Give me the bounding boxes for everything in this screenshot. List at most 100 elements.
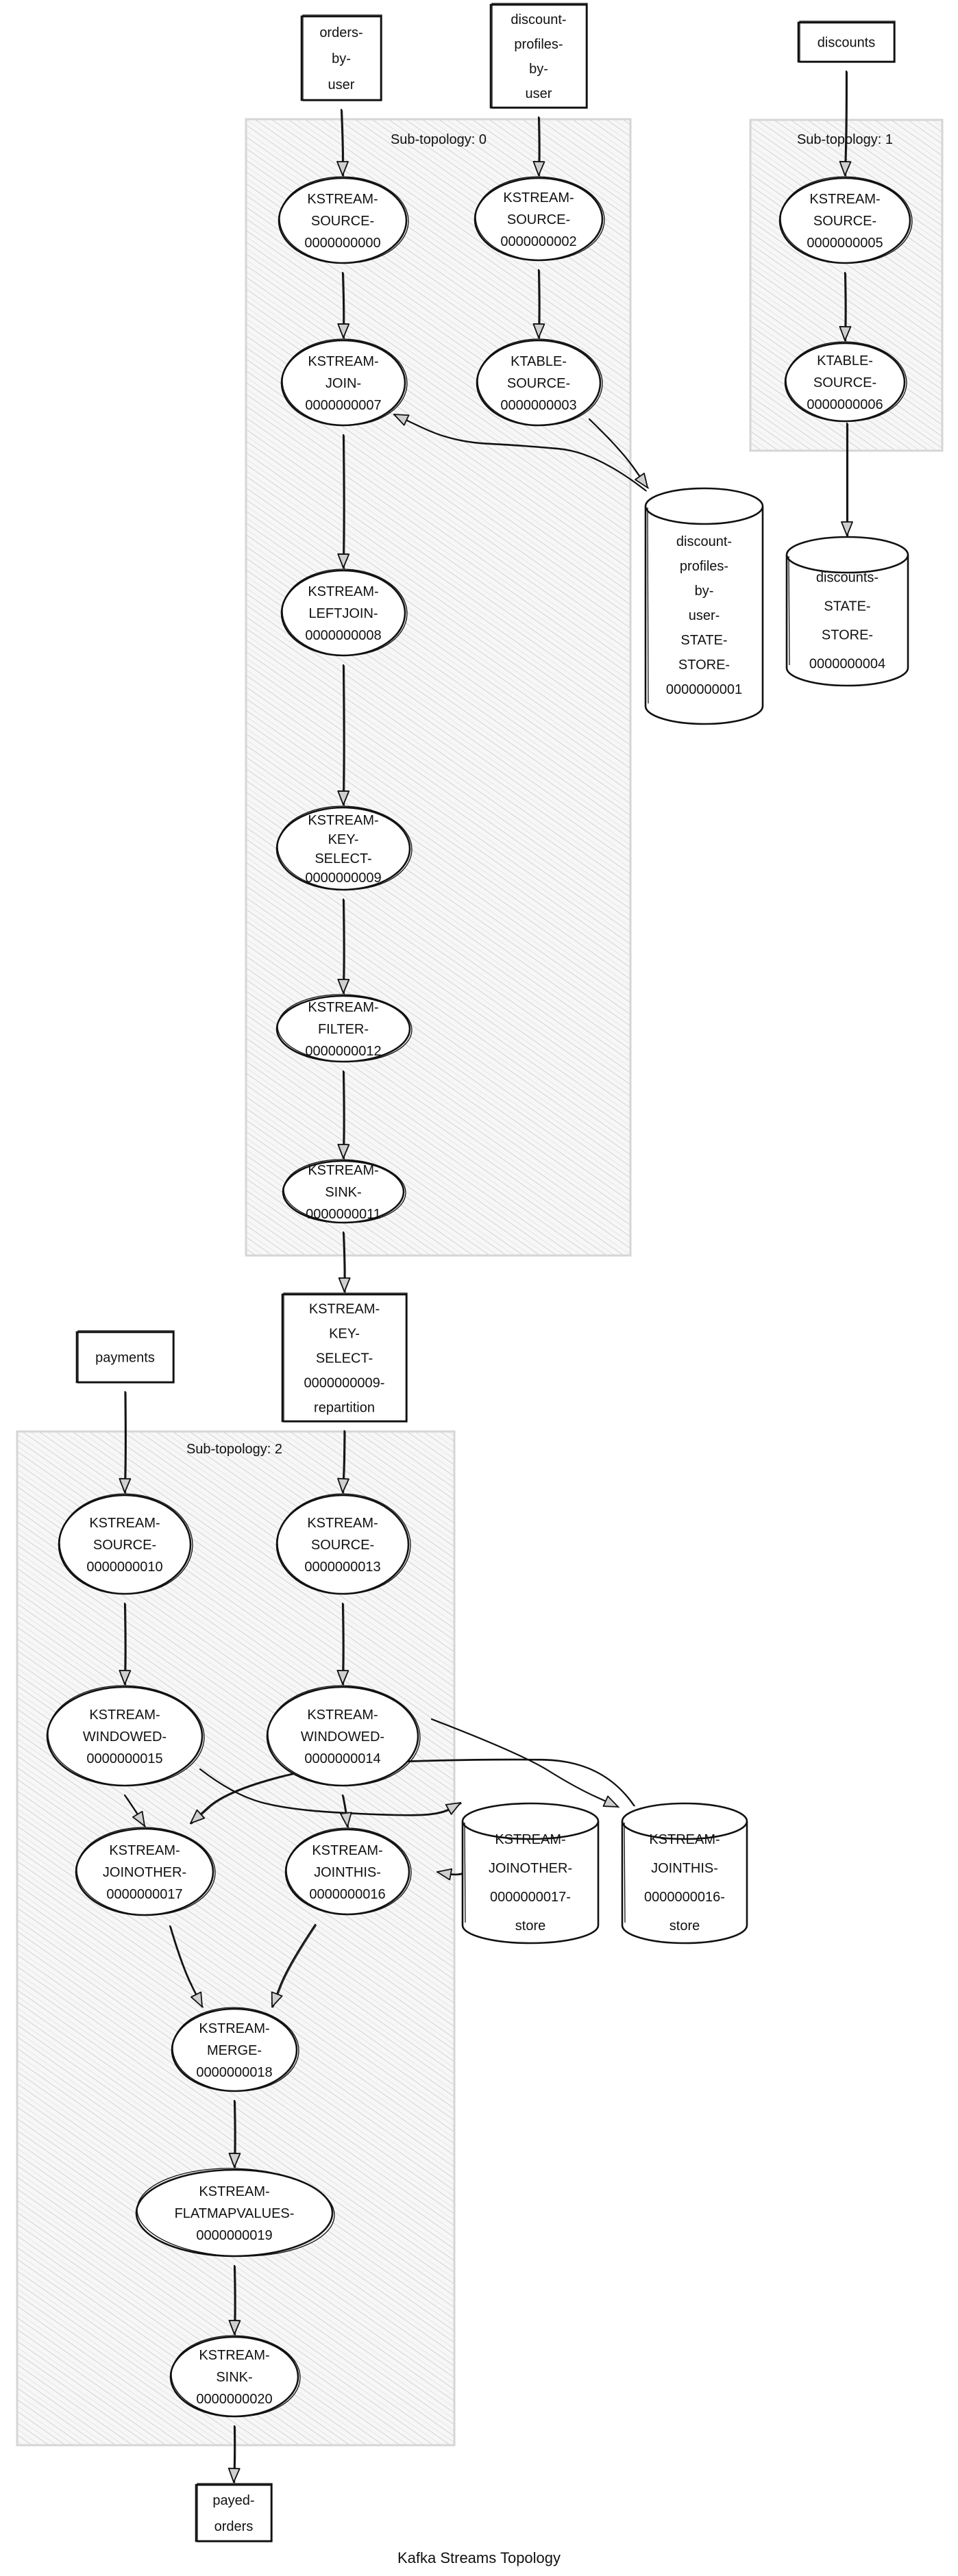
topology-diagram: Sub-topology: 0 Sub-topology: 1 Sub-topolo… [16, 3, 944, 2566]
processor-label-line: KSTREAM- [307, 1708, 378, 1723]
processor-label-line: KSTREAM- [308, 1163, 378, 1178]
store-label-line: 0000000017- [490, 1890, 571, 1905]
edge-line [342, 434, 345, 569]
diagram-title: Kafka Streams Topology [397, 2549, 561, 2566]
edge-win14-to-store16 [430, 1718, 620, 1808]
topic-payed-orders[interactable]: payed-orders [195, 2483, 273, 2542]
processor-label-line: 0000000017 [106, 1887, 182, 1902]
topic-label-line: payed- [212, 2493, 254, 2508]
processor-label-line: JOINOTHER- [103, 1865, 186, 1880]
processor-label-line: JOIN- [326, 376, 361, 391]
processor-label-line: FLATMAPVALUES- [175, 2206, 295, 2221]
topic-label-line: by- [529, 62, 548, 77]
topic-label-line: orders [214, 2519, 254, 2534]
processor-label-line: KSTREAM- [809, 192, 880, 207]
processor-label-line: 0000000006 [807, 397, 883, 412]
topic-discount-profiles-by-user[interactable]: discount-profiles-by-user [489, 3, 588, 109]
topic-label-line: profiles- [514, 37, 563, 52]
edge-line [342, 664, 345, 806]
processor-label-line: KSTREAM- [89, 1708, 160, 1723]
processor-label-line: KSTREAM- [199, 2348, 269, 2363]
arrowhead-icon [338, 1277, 351, 1292]
topic-repartition[interactable]: KSTREAM- KEY- SELECT- 0000000009- repartitio… [281, 1292, 408, 1423]
store-label-line: discounts- [816, 571, 879, 586]
processor-label-line: 0000000018 [196, 2065, 272, 2080]
store-label-line: store [515, 1918, 545, 1934]
topic-label-line: 0000000009- [304, 1376, 385, 1391]
processor-label-line: SOURCE- [507, 212, 570, 227]
cluster-box [245, 118, 632, 1257]
store-label-line: JOINTHIS- [651, 1861, 718, 1876]
store-store4[interactable]: discounts- STATE- STORE- 0000000004 [785, 536, 909, 687]
processor-label-line: KSTREAM- [199, 2021, 269, 2036]
store-store17[interactable]: KSTREAM- JOINOTHER- 0000000017- store [461, 1802, 600, 1944]
arrowhead-icon [228, 2467, 241, 2483]
processor-label-line: FILTER- [318, 1022, 369, 1037]
topic-label-line: payments [95, 1351, 155, 1366]
processor-label-line: KSTREAM- [312, 1843, 382, 1858]
topic-label-line: KEY- [329, 1327, 360, 1342]
processor-label-line: 0000000005 [807, 236, 883, 251]
processor-label-line: KTABLE- [817, 353, 873, 368]
store-label-line: discount- [676, 534, 732, 549]
processor-label-line: KSTREAM- [199, 2184, 269, 2199]
processor-label-line: 0000000016 [309, 1887, 385, 1902]
store-label-line: store [670, 1918, 700, 1934]
processor-label-line: KTABLE- [511, 354, 567, 369]
arrowhead-icon [635, 473, 648, 488]
store-store16[interactable]: KSTREAM- JOINTHIS- 0000000016- store [621, 1802, 748, 1944]
processor-label-line: 0000000011 [306, 1207, 381, 1222]
store-label-line: by- [695, 584, 714, 599]
cluster-label: Sub-topology: 1 [797, 132, 893, 147]
arrowhead-icon [841, 521, 853, 536]
store-label-line: profiles- [680, 559, 728, 574]
processor-label-line: 0000000003 [500, 398, 576, 413]
topic-payments[interactable]: payments [75, 1330, 175, 1384]
cluster-label: Sub-topology: 2 [186, 1442, 282, 1457]
processor-label-line: SINK- [216, 2370, 252, 2385]
processor-label-line: JOINTHIS- [314, 1865, 381, 1880]
processor-label-line: SOURCE- [311, 1538, 374, 1553]
processor-label-line: MERGE- [207, 2043, 262, 2058]
processor-label-line: 0000000009 [305, 871, 381, 886]
store-label-line: KSTREAM- [649, 1832, 720, 1847]
topic-label-line: KSTREAM- [309, 1302, 380, 1317]
store-store1[interactable]: discount-profiles-by-user- STATE- STORE- 00… [644, 487, 764, 725]
topic-label-line: user [526, 86, 552, 101]
store-label-line: user- [689, 608, 720, 623]
cluster-label: Sub-topology: 0 [391, 132, 487, 147]
store-label-line: STATE- [824, 599, 870, 614]
processor-label-line: SOURCE- [813, 214, 876, 229]
topic-discounts[interactable]: discounts [797, 21, 896, 63]
processor-label-line: WINDOWED- [83, 1729, 167, 1745]
processor-label-line: KEY- [328, 832, 359, 847]
processor-label-line: KSTREAM- [307, 1516, 378, 1531]
processor-label-line: KSTREAM- [308, 1000, 378, 1015]
processor-label-line: SOURCE- [507, 376, 570, 391]
topic-orders-by-user[interactable]: orders-by-user [300, 14, 382, 101]
processor-label-line: SINK- [325, 1185, 361, 1200]
processor-label-line: 0000000002 [500, 234, 576, 249]
processor-label-line: KSTREAM- [109, 1843, 180, 1858]
processor-label-line: 0000000000 [304, 236, 380, 251]
processor-label-line: 0000000007 [305, 398, 381, 413]
topic-label-line: repartition [314, 1401, 375, 1416]
processor-label-line: 0000000014 [304, 1751, 380, 1766]
topic-label-line: orders- [319, 25, 363, 40]
processor-label-line: KSTREAM- [503, 190, 574, 205]
processor-label-line: 0000000008 [305, 628, 381, 643]
edge-line-sketch [432, 1719, 620, 1808]
topic-label-line: by- [332, 51, 351, 66]
topic-label-line: SELECT- [316, 1351, 373, 1366]
processor-label-line: WINDOWED- [301, 1729, 384, 1745]
store-label-line: 0000000016- [644, 1890, 725, 1905]
store-label-line: STORE- [822, 628, 873, 643]
processor-label-line: 0000000015 [86, 1751, 162, 1766]
processor-label-line: SOURCE- [813, 375, 876, 390]
processor-label-line: KSTREAM- [89, 1516, 160, 1531]
processor-label-line: 0000000019 [196, 2228, 272, 2243]
processor-label-line: SOURCE- [93, 1538, 156, 1553]
processor-label-line: KSTREAM- [308, 584, 378, 599]
processor-label-line: LEFTJOIN- [308, 606, 378, 621]
clusters-layer: Sub-topology: 0 Sub-topology: 1 Sub-topolo… [16, 118, 944, 2447]
